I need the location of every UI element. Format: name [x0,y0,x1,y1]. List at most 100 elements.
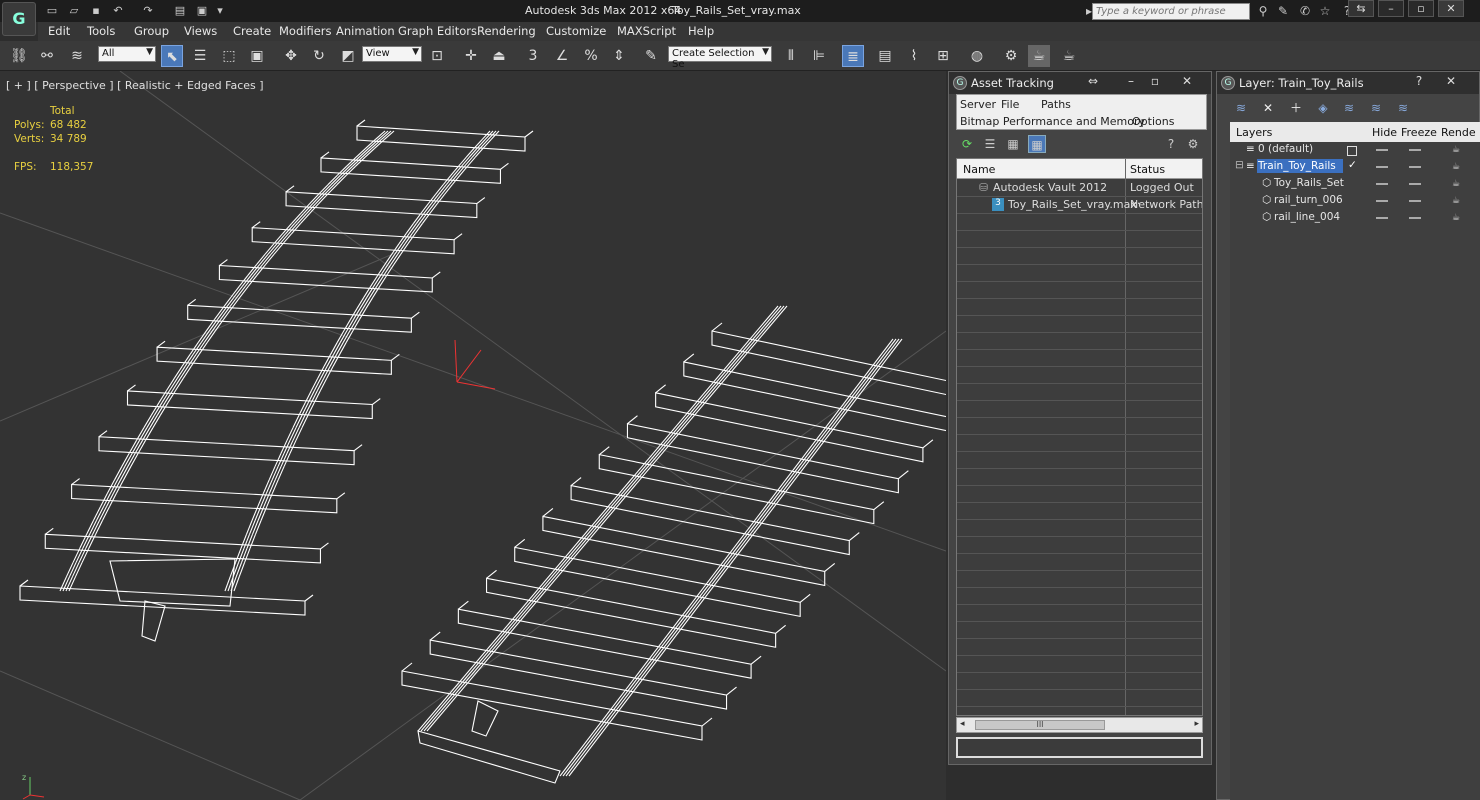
minimize-icon[interactable]: – [1119,72,1143,90]
thumbnail-view-icon[interactable]: ▦ [1004,135,1022,153]
table-view-icon[interactable]: ▦ [1028,135,1046,153]
menu-graph-editors[interactable]: Graph Editors [398,24,477,38]
select-object-icon[interactable]: ⬉ [161,45,183,67]
selection-filter-dropdown[interactable]: All ▼ [98,46,156,62]
dock-arrows-icon[interactable]: ⇔ [1081,72,1105,90]
render-production-icon[interactable]: ☕ [1058,45,1080,67]
column-name-header[interactable]: Name [963,163,995,176]
layer-row-rail-line-004[interactable]: ⬡ rail_line_004 ☕ [1230,210,1480,227]
binoculars-icon[interactable]: ⚲ [1254,3,1272,19]
app-logo-button[interactable]: G [2,2,36,36]
new-file-icon[interactable]: ▭ [44,3,60,18]
select-by-name-icon[interactable]: ☰ [189,45,211,67]
render-teapot-icon[interactable]: ☕ [1452,179,1460,189]
collapse-icon[interactable]: ⊟ [1235,159,1244,171]
link-icon[interactable]: ⇆ [1348,0,1374,17]
workspace-icon[interactable]: ▣ [194,3,210,18]
table-row[interactable]: 3 Toy_Rails_Set_vray.max Network Path [957,197,1202,214]
unlink-icon[interactable]: ⚯ [36,45,58,67]
named-selection-set-dropdown[interactable]: Create Selection Se ▼ [668,46,772,70]
communication-icon[interactable]: ✆ [1296,3,1314,19]
delete-layer-icon[interactable]: ✕ [1259,99,1277,117]
help-icon[interactable]: ? [1407,72,1431,90]
maximize-icon[interactable]: ▫ [1143,72,1167,90]
highlight-layer-icon[interactable]: ≋ [1340,99,1358,117]
render-teapot-icon[interactable]: ☕ [1452,196,1460,206]
render-teapot-icon[interactable]: ☕ [1452,162,1460,172]
freeze-toggle[interactable] [1409,217,1421,219]
hide-all-layers-icon[interactable]: ≋ [1367,99,1385,117]
current-layer-checkbox[interactable] [1347,146,1357,156]
favorites-star-icon[interactable]: ☆ [1316,3,1334,19]
menu-group[interactable]: Group [134,24,169,38]
menu-modifiers[interactable]: Modifiers [279,24,332,38]
menu-options[interactable]: Options [1132,115,1174,128]
rectangular-selection-icon[interactable]: ⬚ [218,45,240,67]
subscription-icon[interactable]: ✎ [1274,3,1292,19]
menu-bitmap-performance[interactable]: Bitmap Performance and Memory [960,115,1145,128]
column-freeze-header[interactable]: Freeze [1401,126,1437,139]
select-and-link-icon[interactable]: ⛓ [8,45,30,67]
undo-icon[interactable]: ↶ [110,3,126,18]
layer-manager-titlebar[interactable]: G Layer: Train_Toy_Rails ? ✕ [1217,72,1479,94]
scroll-right-icon[interactable]: ▸ [1194,719,1199,729]
freeze-toggle[interactable] [1409,166,1421,168]
freeze-toggle[interactable] [1409,200,1421,202]
window-crossing-icon[interactable]: ▣ [246,45,268,67]
mirror-icon[interactable]: ⫴ [780,45,802,67]
rendered-frame-window-icon[interactable]: ☕ [1028,45,1050,67]
minimize-icon[interactable]: – [1378,0,1404,17]
menu-rendering[interactable]: Rendering [477,24,536,38]
menu-customize[interactable]: Customize [546,24,606,38]
menu-tools[interactable]: Tools [87,24,115,38]
layer-row-toy-rails-set[interactable]: ⬡ Toy_Rails_Set ☕ [1230,176,1480,193]
menu-server[interactable]: Server [960,98,996,111]
close-icon[interactable]: ✕ [1439,72,1463,90]
hide-toggle[interactable] [1376,217,1388,219]
menu-paths[interactable]: Paths [1041,98,1071,111]
horizontal-scrollbar[interactable]: ◂ III ▸ [956,717,1203,733]
spinner-snap-icon[interactable]: ⇕ [608,45,630,67]
layer-row-train-toy-rails[interactable]: ⊟ ≡ Train_Toy_Rails ✓ ☕ [1230,159,1480,176]
manipulate-icon[interactable]: ✛ [460,45,482,67]
snaps-toggle-icon[interactable]: 3 [522,45,544,67]
layer-row-rail-turn-006[interactable]: ⬡ rail_turn_006 ☕ [1230,193,1480,210]
freeze-all-layers-icon[interactable]: ≋ [1394,99,1412,117]
hide-toggle[interactable] [1376,149,1388,151]
column-render-header[interactable]: Rende [1441,126,1476,139]
menu-views[interactable]: Views [184,24,217,38]
select-and-move-icon[interactable]: ✥ [280,45,302,67]
hide-toggle[interactable] [1376,183,1388,185]
create-layer-icon[interactable]: ≋ [1232,99,1250,117]
menu-help[interactable]: Help [688,24,714,38]
help-icon[interactable]: ? [1162,135,1180,153]
edit-named-selection-icon[interactable]: ✎ [640,45,662,67]
project-folder-icon[interactable]: ▤ [172,3,188,18]
column-hide-header[interactable]: Hide [1372,126,1397,139]
render-teapot-icon[interactable]: ☕ [1452,213,1460,223]
curve-editor-icon[interactable]: ⌇ [903,45,925,67]
render-teapot-icon[interactable]: ☕ [1452,145,1460,155]
refresh-icon[interactable]: ⟳ [958,135,976,153]
column-status-header[interactable]: Status [1130,163,1165,176]
table-row[interactable]: ⛁ Autodesk Vault 2012 Logged Out ... [957,180,1202,207]
maximize-icon[interactable]: ▫ [1408,0,1434,17]
asset-path-field[interactable] [956,737,1203,758]
close-icon[interactable]: ✕ [1175,72,1199,90]
graphite-ribbon-icon[interactable]: ▤ [874,45,896,67]
freeze-toggle[interactable] [1409,149,1421,151]
freeze-toggle[interactable] [1409,183,1421,185]
percent-snap-icon[interactable]: % [580,45,602,67]
menu-animation[interactable]: Animation [336,24,395,38]
render-setup-icon[interactable]: ⚙ [1000,45,1022,67]
hide-toggle[interactable] [1376,166,1388,168]
scroll-thumb[interactable]: III [975,720,1105,730]
save-icon[interactable]: ▪ [88,3,104,18]
layer-row-default[interactable]: ≡ 0 (default) ☕ [1230,142,1480,159]
select-objects-icon[interactable]: ◈ [1314,99,1332,117]
pivot-center-icon[interactable]: ⊡ [426,45,448,67]
angle-snap-icon[interactable]: ∠ [551,45,573,67]
current-layer-check-icon[interactable]: ✓ [1348,159,1357,171]
reference-coordinate-dropdown[interactable]: View ▼ [362,46,422,62]
column-layers-header[interactable]: Layers [1236,126,1272,139]
